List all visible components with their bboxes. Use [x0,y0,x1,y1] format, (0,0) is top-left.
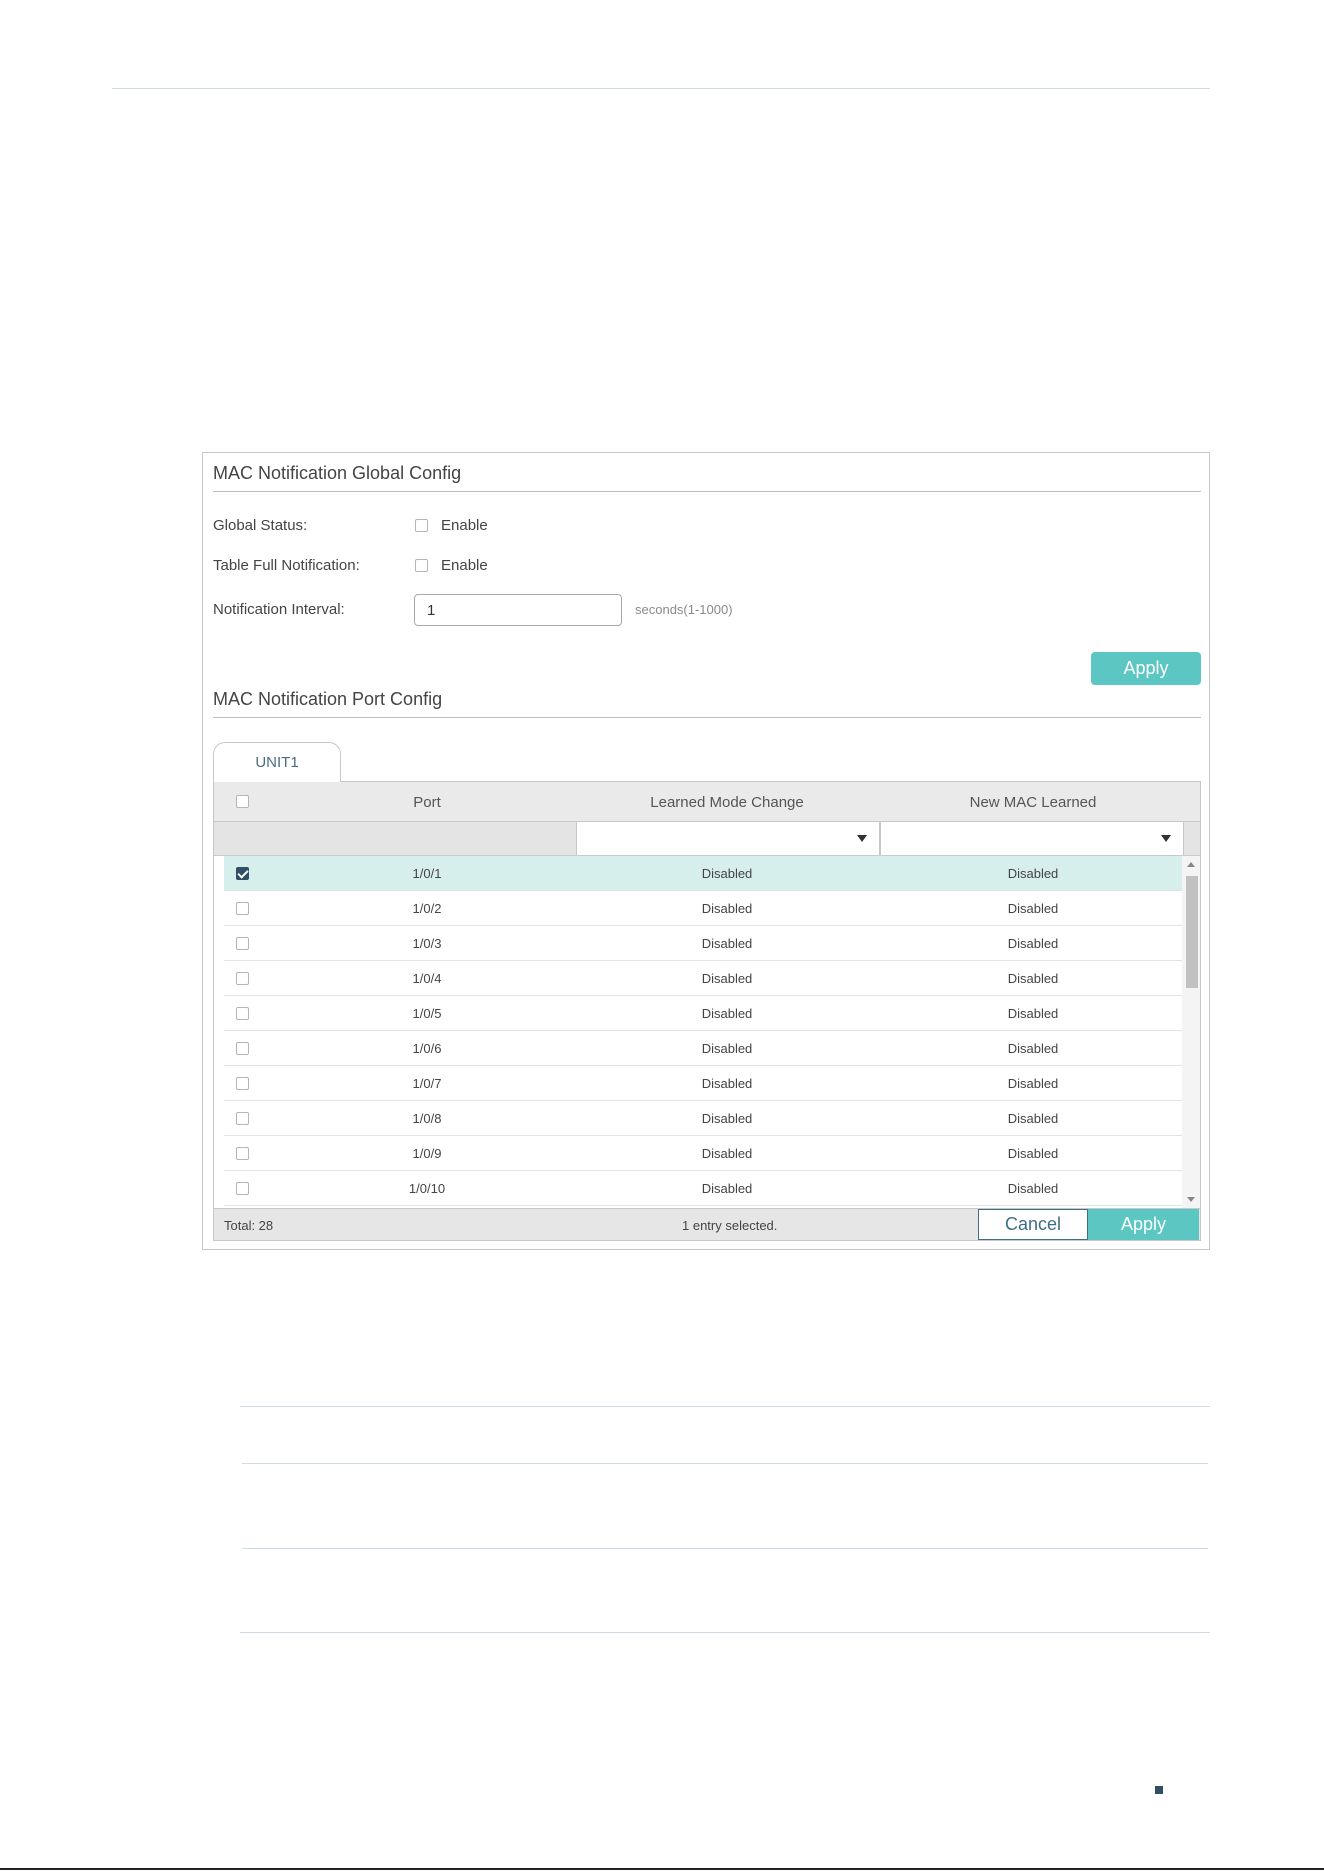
cell-new-mac-learned: Disabled [1007,1006,1059,1021]
row-checkbox[interactable] [236,1147,249,1160]
table-row[interactable]: 1/0/4 Disabled Disabled [224,961,1182,996]
page-bottom-rule [0,1868,1324,1870]
cell-learned-mode-change: Disabled [701,1111,753,1126]
cell-port: 1/0/9 [412,1146,442,1161]
port-config-title: MAC Notification Port Config [213,689,443,709]
notification-interval-input[interactable] [414,594,622,626]
row-checkbox[interactable] [236,972,249,985]
table-scrollbar[interactable] [1182,856,1200,1208]
port-config-table: Port Learned Mode Change New MAC Learned… [213,781,1201,1241]
table-full-notification-label: Table Full Notification: [213,557,360,574]
cell-new-mac-learned: Disabled [1007,1076,1059,1091]
tab-unit1[interactable]: UNIT1 [213,742,341,782]
cell-port: 1/0/1 [412,866,442,881]
table-full-notification-checkbox[interactable] [415,559,428,572]
cell-new-mac-learned: Disabled [1007,936,1059,951]
global-apply-button[interactable]: Apply [1091,652,1201,685]
cell-learned-mode-change: Disabled [701,971,753,986]
notification-interval-label: Notification Interval: [213,601,345,618]
cell-learned-mode-change: Disabled [701,1076,753,1091]
table-header: Port Learned Mode Change New MAC Learned [214,782,1200,822]
mac-notification-panel: MAC Notification Global Config Global St… [202,452,1210,1250]
global-config-title: MAC Notification Global Config [213,463,462,483]
table-body: 1/0/1 Disabled Disabled 1/0/2 Disabled Disabl… [214,856,1182,1208]
selected-count: 1 entry selected. [682,1218,778,1233]
learned-mode-change-filter-select[interactable] [576,822,880,855]
row-checkbox[interactable] [236,1182,249,1195]
section-divider [213,717,1201,718]
cell-learned-mode-change: Disabled [701,1006,753,1021]
total-count: Total: 28 [224,1218,274,1233]
cell-learned-mode-change: Disabled [701,866,753,881]
cell-port: 1/0/6 [412,1041,442,1056]
cell-port: 1/0/10 [408,1181,446,1196]
chevron-down-icon [857,835,867,842]
table-row[interactable]: 1/0/3 Disabled Disabled [224,926,1182,961]
global-status-label: Global Status: [213,517,308,534]
row-checkbox[interactable] [236,1007,249,1020]
global-status-checkbox[interactable] [415,519,428,532]
cell-port: 1/0/2 [412,901,442,916]
row-checkbox[interactable] [236,902,249,915]
cell-learned-mode-change: Disabled [701,901,753,916]
chevron-down-icon [1161,835,1171,842]
cell-learned-mode-change: Disabled [701,1181,753,1196]
select-all-checkbox[interactable] [236,795,249,808]
cell-new-mac-learned: Disabled [1007,1146,1059,1161]
column-header-new-mac-learned: New MAC Learned [969,794,1097,811]
row-checkbox[interactable] [236,1112,249,1125]
page-divider [242,1548,1208,1549]
table-row[interactable]: 1/0/2 Disabled Disabled [224,891,1182,926]
cell-new-mac-learned: Disabled [1007,866,1059,881]
page-divider [242,1463,1208,1464]
table-footer: Total: 28 1 entry selected. Cancel Apply [214,1208,1200,1240]
cell-learned-mode-change: Disabled [701,1146,753,1161]
cell-new-mac-learned: Disabled [1007,1041,1059,1056]
column-header-port: Port [413,794,441,811]
row-checkbox[interactable] [236,937,249,950]
scroll-up-icon[interactable] [1187,862,1195,867]
row-checkbox[interactable] [236,1042,249,1055]
header-divider [112,88,1210,89]
port-apply-button[interactable]: Apply [1088,1209,1199,1240]
new-mac-learned-filter-select[interactable] [880,822,1184,855]
table-row[interactable]: 1/0/5 Disabled Disabled [224,996,1182,1031]
cancel-button[interactable]: Cancel [978,1209,1088,1240]
scroll-thumb[interactable] [1186,876,1198,988]
global-status-enable-label[interactable]: Enable [441,517,488,534]
cell-port: 1/0/8 [412,1111,442,1126]
page-divider [240,1632,1210,1633]
section-divider [213,491,1201,492]
table-row[interactable]: 1/0/9 Disabled Disabled [224,1136,1182,1171]
filter-row [214,822,1200,856]
table-row[interactable]: 1/0/7 Disabled Disabled [224,1066,1182,1101]
cell-new-mac-learned: Disabled [1007,1181,1059,1196]
cell-learned-mode-change: Disabled [701,1041,753,1056]
row-checkbox[interactable] [236,1077,249,1090]
cell-port: 1/0/7 [412,1076,442,1091]
cell-port: 1/0/5 [412,1006,442,1021]
cell-port: 1/0/4 [412,971,442,986]
cell-new-mac-learned: Disabled [1007,901,1059,916]
table-row[interactable]: 1/0/8 Disabled Disabled [224,1101,1182,1136]
row-checkbox[interactable] [236,867,249,880]
notification-interval-hint: seconds(1-1000) [635,602,733,617]
scroll-down-icon[interactable] [1187,1197,1195,1202]
table-row[interactable]: 1/0/1 Disabled Disabled [224,856,1182,891]
table-row[interactable]: 1/0/10 Disabled Disabled [224,1171,1182,1206]
column-header-learned-mode-change: Learned Mode Change [650,794,804,811]
cell-learned-mode-change: Disabled [701,936,753,951]
page-marker-icon [1155,1786,1163,1794]
table-full-enable-label[interactable]: Enable [441,557,488,574]
page-divider [240,1406,1210,1407]
cell-new-mac-learned: Disabled [1007,971,1059,986]
cell-new-mac-learned: Disabled [1007,1111,1059,1126]
table-row[interactable]: 1/0/6 Disabled Disabled [224,1031,1182,1066]
cell-port: 1/0/3 [412,936,442,951]
